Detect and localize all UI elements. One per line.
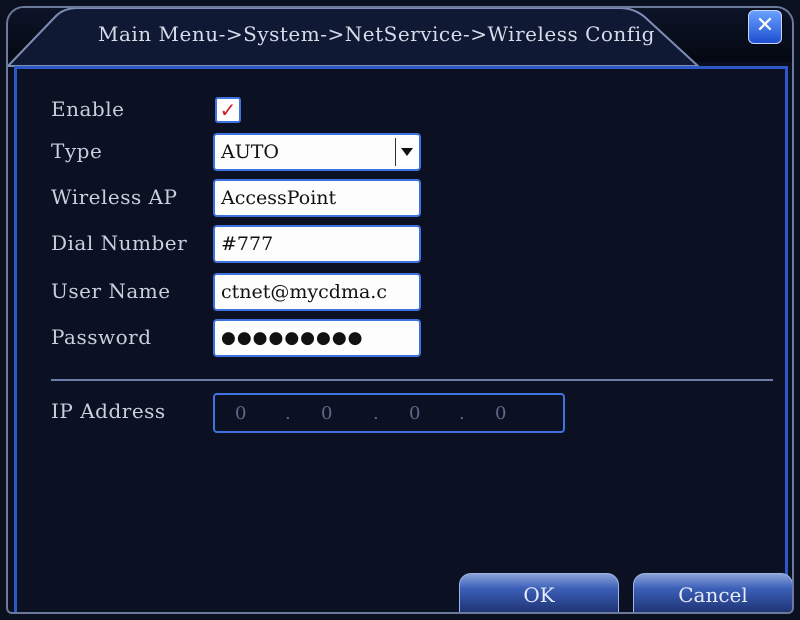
wireless-ap-input[interactable]: AccessPoint [213,179,421,217]
dialog-window: Main Menu->System->NetService->Wireless … [6,6,794,614]
user-name-label: User Name [51,279,171,303]
cancel-button[interactable]: Cancel [633,573,792,612]
ip-address-label: IP Address [51,399,166,423]
config-panel: Enable ✓ Type AUTO Wireless AP AccessPoi… [14,66,792,612]
enable-checkbox[interactable]: ✓ [215,97,241,123]
ip-dot-separator: . [373,403,379,424]
ip-dot-separator: . [285,403,291,424]
close-button[interactable]: ✕ [748,10,782,44]
chevron-down-icon[interactable] [395,138,417,166]
type-selected-value: AUTO [221,141,279,163]
close-icon: ✕ [755,13,775,38]
ip-dot-separator: . [459,403,465,424]
title-bar: Main Menu->System->NetService->Wireless … [8,8,792,67]
enable-label: Enable [51,97,125,121]
ip-octet-2[interactable]: 0 [321,403,332,424]
type-label: Type [51,139,103,163]
user-name-input[interactable]: ctnet@mycdma.c [213,273,421,311]
dial-number-label: Dial Number [51,231,188,255]
password-input[interactable]: ●●●●●●●●● [213,319,421,357]
ip-octet-3[interactable]: 0 [409,403,420,424]
checkmark-icon: ✓ [219,98,237,122]
type-select[interactable]: AUTO [213,133,421,171]
window-title: Main Menu->System->NetService->Wireless … [98,22,655,46]
ip-octet-1[interactable]: 0 [235,403,246,424]
password-label: Password [51,325,152,349]
section-divider [51,379,773,381]
dial-number-input[interactable]: #777 [213,225,421,263]
ok-button[interactable]: OK [459,573,619,612]
ip-octet-4[interactable]: 0 [495,403,506,424]
ip-address-input[interactable]: 0 . 0 . 0 . 0 [213,393,565,433]
wireless-ap-label: Wireless AP [51,185,178,209]
